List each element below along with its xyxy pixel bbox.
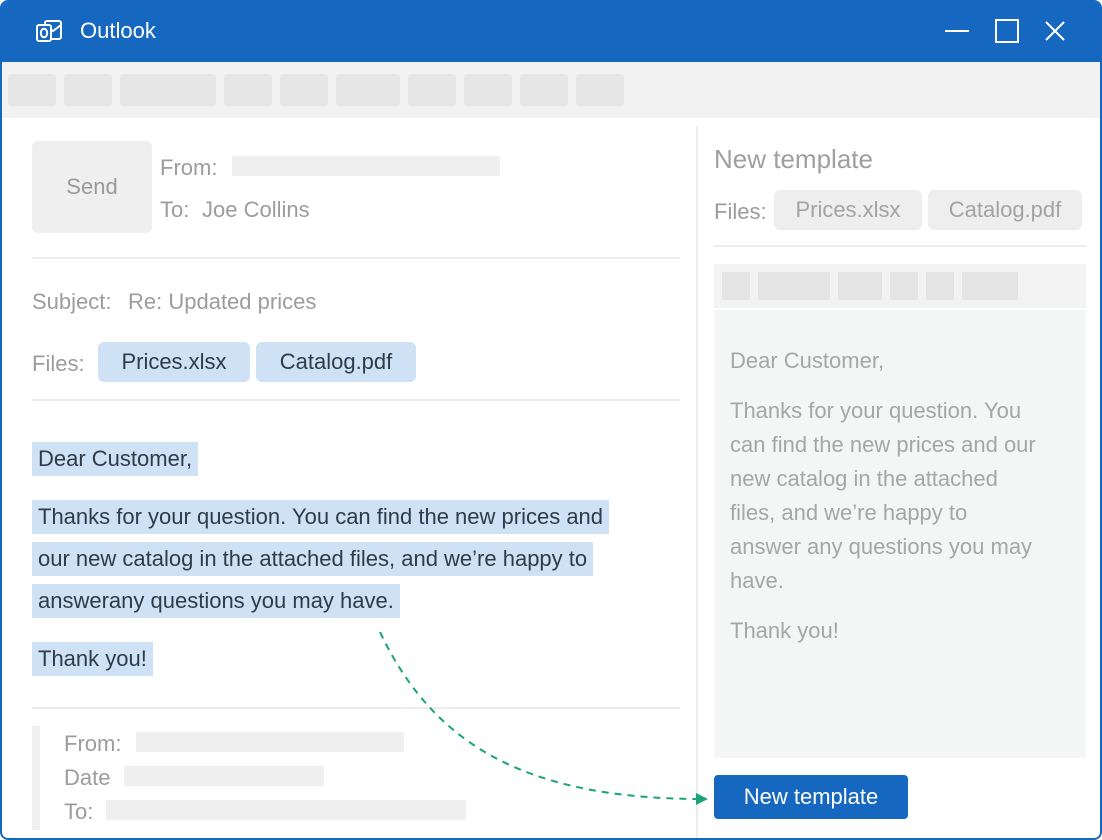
send-button[interactable]: Send	[32, 141, 152, 233]
new-template-button[interactable]: New template	[714, 775, 908, 819]
divider	[32, 399, 680, 401]
toolbar-button[interactable]	[120, 74, 216, 106]
editor-tool-button[interactable]	[926, 272, 954, 300]
template-line: Thanks for your question. You	[730, 398, 1022, 423]
from-field[interactable]	[232, 156, 500, 176]
subject-label: Subject:	[32, 289, 112, 314]
divider	[32, 257, 680, 259]
body-line[interactable]: answerany questions you may have.	[32, 584, 400, 618]
editor-tool-button[interactable]	[962, 272, 1018, 300]
toolbar-button[interactable]	[280, 74, 328, 106]
minimize-icon[interactable]	[942, 16, 972, 46]
close-icon[interactable]	[1040, 16, 1070, 46]
template-line: have.	[730, 568, 784, 593]
files-label: Files:	[32, 351, 85, 376]
template-line: can find the new prices and our	[730, 432, 1036, 457]
toolbar-button[interactable]	[224, 74, 272, 106]
editor-tool-button[interactable]	[758, 272, 830, 300]
toolbar-button[interactable]	[336, 74, 400, 106]
divider	[32, 707, 680, 709]
quoted-date-value	[124, 766, 324, 786]
outlook-icon	[36, 20, 62, 42]
editor-tool-button[interactable]	[722, 272, 750, 300]
template-line: files, and we’re happy to	[730, 500, 968, 525]
body-line[interactable]: Thanks for your question. You can find t…	[32, 500, 610, 534]
divider	[714, 245, 1086, 247]
body-line[interactable]: our new catalog in the attached files, a…	[32, 542, 594, 576]
toolbar-button[interactable]	[64, 74, 112, 106]
attachment-chip[interactable]: Prices.xlsx	[98, 342, 250, 382]
outlook-window: Outlook Send From: To: Joe Collins Subje…	[0, 0, 1102, 840]
ribbon-toolbar	[2, 62, 1100, 118]
template-closing: Thank you!	[730, 618, 839, 643]
subject-value[interactable]: Re: Updated prices	[128, 289, 316, 315]
body-closing[interactable]: Thank you!	[32, 642, 153, 676]
quote-bar	[32, 726, 40, 830]
editor-tool-button[interactable]	[890, 272, 918, 300]
toolbar-button[interactable]	[576, 74, 624, 106]
template-line: answer any questions you may	[730, 534, 1033, 559]
body-greeting[interactable]: Dear Customer,	[32, 442, 199, 476]
quoted-date-label: Date	[64, 765, 111, 790]
template-line: new catalog in the attached	[730, 466, 998, 491]
app-title: Outlook	[80, 18, 156, 43]
to-label: To:	[160, 197, 190, 222]
template-editor-toolbar	[714, 264, 1086, 308]
maximize-icon[interactable]	[992, 16, 1022, 46]
from-label: From:	[160, 155, 218, 180]
toolbar-button[interactable]	[8, 74, 56, 106]
title-bar: Outlook	[2, 2, 1100, 62]
editor-tool-button[interactable]	[838, 272, 882, 300]
template-attachment-chip[interactable]: Catalog.pdf	[928, 190, 1082, 230]
toolbar-button[interactable]	[520, 74, 568, 106]
attachment-chip[interactable]: Catalog.pdf	[256, 342, 416, 382]
quoted-to-value	[106, 800, 466, 820]
quoted-to-label: To:	[64, 799, 94, 824]
template-body[interactable]: Dear Customer, Thanks for your question.…	[714, 310, 1086, 758]
pane-divider	[696, 126, 698, 838]
template-greeting: Dear Customer,	[730, 348, 885, 373]
quoted-from-label: From:	[64, 731, 122, 756]
template-attachment-chip[interactable]: Prices.xlsx	[774, 190, 922, 230]
template-files-label: Files:	[714, 199, 767, 224]
toolbar-button[interactable]	[408, 74, 456, 106]
to-value[interactable]: Joe Collins	[202, 197, 310, 223]
toolbar-button[interactable]	[464, 74, 512, 106]
template-title: New template	[714, 144, 873, 174]
quoted-from-value	[136, 732, 404, 752]
